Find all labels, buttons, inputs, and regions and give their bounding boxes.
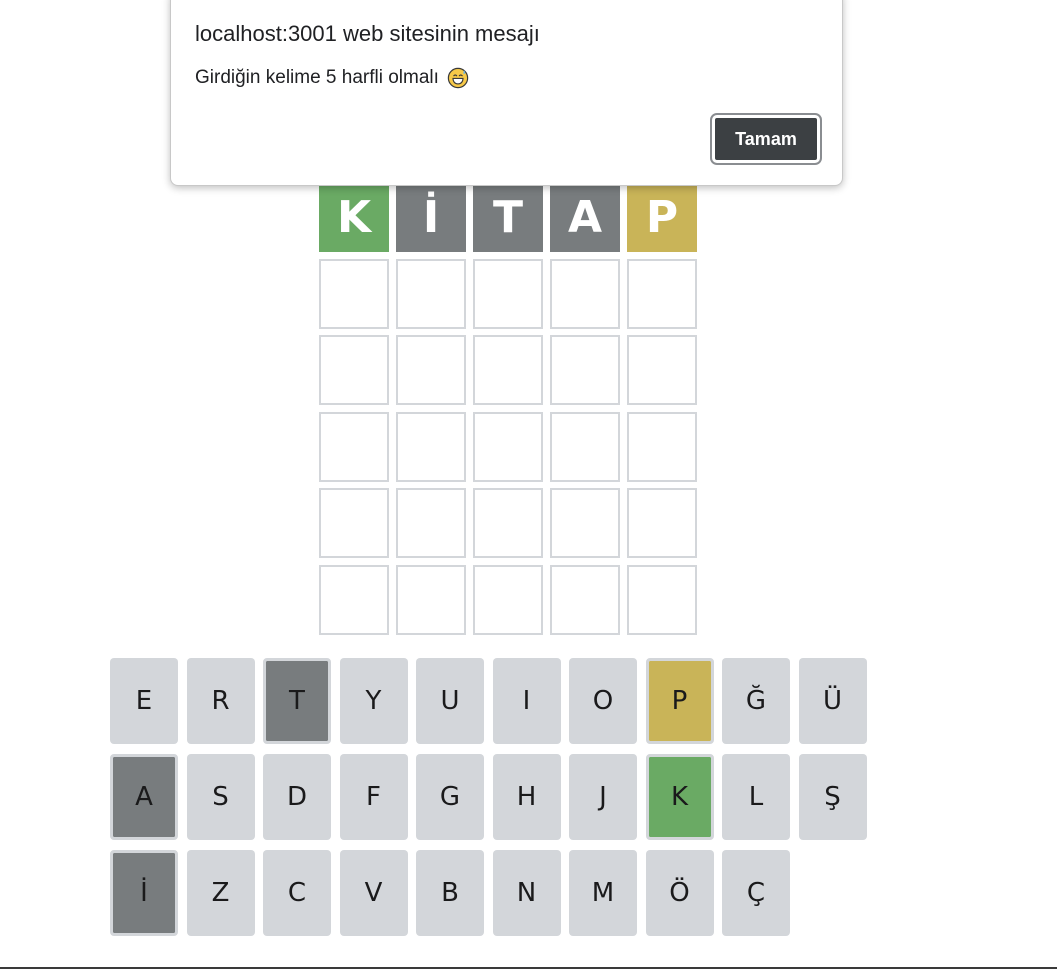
board-tile-empty [396,564,466,635]
key-K[interactable]: K [645,754,714,840]
board-tile-empty [627,258,697,329]
board-tile-empty [473,488,543,558]
game-board: KİTAP [319,182,697,635]
board-tile-empty [627,411,697,482]
board-tile-empty [473,411,543,482]
board-tile: K [319,182,389,252]
keyboard-row: ERTYUIOPĞÜ [110,658,875,744]
board-tile-empty [550,488,620,558]
key-B[interactable]: B [416,850,484,936]
board-tile-empty [396,335,466,405]
key-C[interactable]: C [263,850,331,936]
key-Ğ[interactable]: Ğ [722,658,790,744]
key-T[interactable]: T [263,658,331,744]
board-tile-empty [550,258,620,329]
board-tile-empty [473,258,543,329]
key-N[interactable]: N [492,850,561,936]
ok-button[interactable]: Tamam [710,113,822,165]
key-M[interactable]: M [569,850,637,936]
board-tile-empty [319,258,389,329]
key-Ş[interactable]: Ş [798,754,867,840]
key-E[interactable]: E [110,658,178,744]
board-tile-empty [550,564,620,635]
key-Z[interactable]: Z [186,850,255,936]
grinning-sweat-emoji-icon [447,67,469,89]
board-tile: P [627,182,697,252]
dialog-title: localhost:3001 web sitesinin mesajı [195,21,540,46]
board-tile-empty [319,564,389,635]
key-F[interactable]: F [339,754,408,840]
board-tile-empty [319,488,389,558]
board-tile: T [473,182,543,252]
key-O[interactable]: O [569,658,637,744]
board-tile-empty [396,258,466,329]
board-tile-empty [550,411,620,482]
key-D[interactable]: D [263,754,331,840]
key-P[interactable]: P [645,658,714,744]
page-bottom-border [0,967,1057,969]
keyboard-row: ASDFGHJKLŞ [110,754,875,840]
keyboard-row: İZCVBNMÖÇ [110,850,875,936]
key-Y[interactable]: Y [339,658,408,744]
key-G[interactable]: G [416,754,484,840]
key-A[interactable]: A [110,754,178,840]
key-L[interactable]: L [722,754,790,840]
key-U[interactable]: U [416,658,484,744]
key-İ[interactable]: İ [110,850,178,936]
board-tile-empty [473,564,543,635]
key-R[interactable]: R [186,658,255,744]
dialog-message: Girdiğin kelime 5 harfli olmalı [195,67,439,88]
board-tile-empty [319,411,389,482]
board-tile: İ [396,182,466,252]
board-tile: A [550,182,620,252]
key-Ö[interactable]: Ö [645,850,714,936]
key-Ç[interactable]: Ç [722,850,790,936]
board-tile-empty [319,335,389,405]
key-V[interactable]: V [339,850,408,936]
alert-dialog: localhost:3001 web sitesinin mesajı Gird… [170,0,843,186]
key-Ü[interactable]: Ü [798,658,867,744]
board-tile-empty [627,488,697,558]
key-I[interactable]: I [492,658,561,744]
board-tile-empty [550,335,620,405]
board-tile-empty [627,335,697,405]
board-tile-empty [627,564,697,635]
key-J[interactable]: J [569,754,637,840]
key-H[interactable]: H [492,754,561,840]
dialog-message-row: Girdiğin kelime 5 harfli olmalı [195,67,469,89]
board-tile-empty [473,335,543,405]
key-S[interactable]: S [186,754,255,840]
board-tile-empty [396,411,466,482]
on-screen-keyboard: ERTYUIOPĞÜ ASDFGHJKLŞ İZCVBNMÖÇ [110,658,875,946]
board-tile-empty [396,488,466,558]
